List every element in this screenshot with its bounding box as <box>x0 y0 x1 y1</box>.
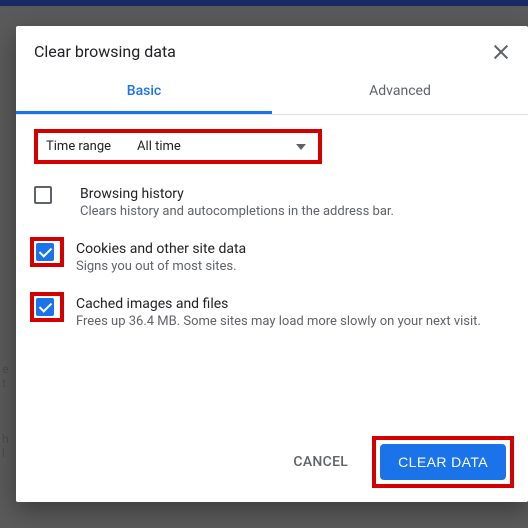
option-browsing-history: Browsing history Clears history and auto… <box>34 186 510 219</box>
option-title: Browsing history <box>80 186 510 202</box>
chevron-down-icon <box>296 144 306 150</box>
option-subtitle: Clears history and autocompletions in th… <box>80 204 510 219</box>
bg-text: e <box>2 362 8 376</box>
clear-data-button[interactable]: CLEAR DATA <box>380 444 506 480</box>
bg-text: t <box>2 376 6 390</box>
clear-button-highlight: CLEAR DATA <box>372 436 514 488</box>
bg-text: l <box>2 446 5 460</box>
clear-browsing-data-dialog: Clear browsing data Basic Advanced Time … <box>16 26 528 502</box>
option-title: Cached images and files <box>76 296 510 312</box>
checkbox-wrap <box>30 237 64 267</box>
time-range-label: Time range <box>46 139 111 154</box>
option-cached: Cached images and files Frees up 36.4 MB… <box>34 296 510 329</box>
tab-basic[interactable]: Basic <box>16 69 272 114</box>
checkbox-browsing-history[interactable] <box>34 186 52 204</box>
option-subtitle: Frees up 36.4 MB. Some sites may load mo… <box>76 314 510 329</box>
tabs: Basic Advanced <box>16 69 528 115</box>
checkbox-cached[interactable] <box>36 298 54 316</box>
dialog-footer: CANCEL CLEAR DATA <box>16 426 528 502</box>
option-title: Cookies and other site data <box>76 241 510 257</box>
checkbox-wrap <box>34 186 68 204</box>
time-range-value: All time <box>137 139 181 154</box>
close-icon[interactable] <box>492 43 510 61</box>
bg-text: h <box>2 432 9 446</box>
option-cookies: Cookies and other site data Signs you ou… <box>34 241 510 274</box>
option-subtitle: Signs you out of most sites. <box>76 259 510 274</box>
dialog-header: Clear browsing data <box>16 26 528 69</box>
time-range-select[interactable]: Time range All time <box>34 129 322 164</box>
checkbox-wrap <box>30 292 64 322</box>
cancel-button[interactable]: CANCEL <box>281 446 360 478</box>
dialog-title: Clear browsing data <box>34 42 492 61</box>
checkbox-cookies[interactable] <box>36 243 54 261</box>
dialog-body: Time range All time Browsing history Cle… <box>16 115 528 426</box>
tab-advanced[interactable]: Advanced <box>272 69 528 114</box>
